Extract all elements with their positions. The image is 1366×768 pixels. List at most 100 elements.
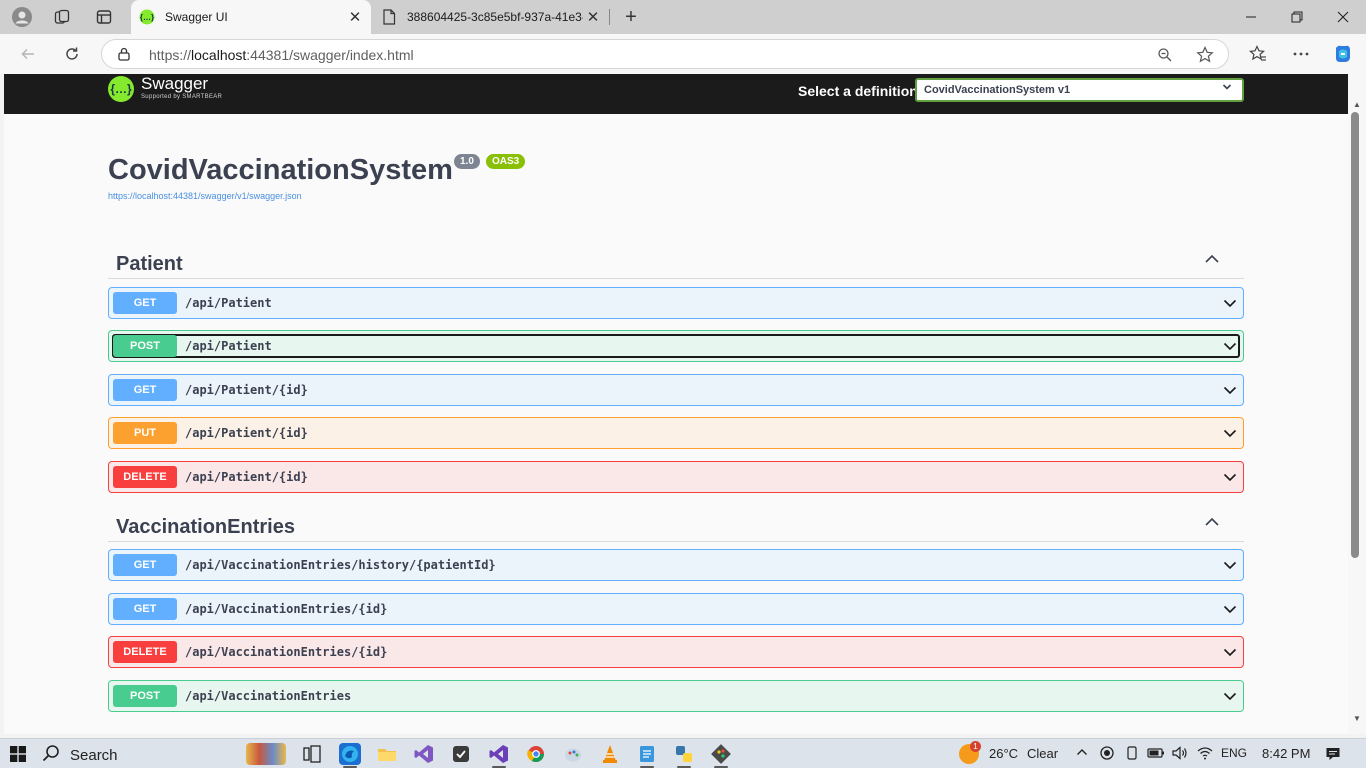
windows-taskbar: Search 1 26°C Clear ENG 8:42 PM [0,738,1366,768]
operation-path: /api/Patient [185,339,272,353]
tag-patient[interactable]: Patient [108,243,1244,279]
battery-icon[interactable] [1147,746,1165,763]
visual-studio-icon[interactable] [488,743,510,765]
address-bar[interactable]: https://localhost:44381/swagger/index.ht… [101,39,1229,69]
windows-start-icon[interactable] [10,746,26,762]
version-badge: 1.0 [454,154,480,169]
chevron-down-icon[interactable] [1223,339,1237,353]
todo-app-icon[interactable] [450,743,472,765]
paint-app-icon[interactable] [562,743,584,765]
operation-delete-vaccination-entry[interactable]: DELETE /api/VaccinationEntries/{id} [108,636,1244,668]
method-badge: GET [113,292,177,314]
python-icon[interactable] [673,743,695,765]
notepad-icon[interactable] [636,743,658,765]
search-highlight-icon[interactable] [246,743,286,765]
chevron-down-icon[interactable] [1223,296,1237,310]
chevron-down-icon[interactable] [1223,602,1237,616]
tab-github-asset[interactable]: 388604425-3c85e5bf-937a-41e3- ✕ [373,0,609,34]
method-badge: DELETE [113,641,177,663]
operation-post-patient[interactable]: POST /api/Patient [108,330,1244,362]
focus-outline [112,334,1240,358]
swagger-logo-subtext: Supported by SMARTBEAR [141,94,223,100]
close-tab-icon[interactable]: ✕ [583,8,603,26]
close-tab-icon[interactable]: ✕ [345,8,365,26]
chevron-down-icon[interactable] [1223,558,1237,572]
task-view-icon[interactable] [301,743,323,765]
page-scrollbar[interactable]: ▲ ▼ [1348,74,1366,734]
profile-icon[interactable] [9,5,35,29]
scroll-down-icon[interactable]: ▼ [1353,714,1361,723]
vertical-tabs-icon[interactable] [91,5,117,29]
method-badge: POST [113,685,177,707]
volume-icon[interactable] [1172,746,1188,763]
chevron-up-icon[interactable] [1204,514,1220,530]
chevron-down-icon[interactable] [1223,383,1237,397]
spec-json-link[interactable]: https://localhost:44381/swagger/v1/swagg… [108,191,302,201]
swagger-logo[interactable]: {…} Swagger Supported by SMARTBEAR [108,75,222,107]
zoom-icon[interactable] [1155,45,1175,65]
operation-get-vaccination-history[interactable]: GET /api/VaccinationEntries/history/{pat… [108,549,1244,581]
operation-path: /api/Patient/{id} [185,426,308,440]
document-icon [381,9,397,25]
svg-text:{…}: {…} [140,13,154,22]
clock-time[interactable]: 8:42 PM [1262,746,1310,761]
wifi-icon[interactable] [1197,746,1213,763]
vlc-icon[interactable] [599,743,621,765]
weather-temperature[interactable]: 26°C [989,746,1018,761]
chevron-down-icon[interactable] [1223,470,1237,484]
git-app-icon[interactable] [710,743,732,765]
tag-title: Patient [116,253,183,275]
operation-get-patient-by-id[interactable]: GET /api/Patient/{id} [108,374,1244,406]
file-explorer-icon[interactable] [376,743,398,765]
notifications-icon[interactable] [1325,746,1341,765]
scrollbar-thumb[interactable] [1351,112,1359,558]
weather-notification-badge: 1 [970,741,981,752]
refresh-icon[interactable] [58,40,86,68]
chevron-up-icon[interactable] [1204,251,1220,267]
definition-select[interactable]: CovidVaccinationSystem v1 [915,78,1244,102]
tag-vaccination-entries[interactable]: VaccinationEntries [108,506,1244,542]
new-tab-icon[interactable]: + [619,5,643,29]
operation-put-patient[interactable]: PUT /api/Patient/{id} [108,417,1244,449]
show-hidden-icons-chevron-icon[interactable] [1076,746,1088,761]
close-window-icon[interactable] [1320,0,1366,34]
more-options-icon[interactable] [1287,40,1315,68]
tag-title: VaccinationEntries [116,516,295,538]
operation-get-vaccination-entry[interactable]: GET /api/VaccinationEntries/{id} [108,593,1244,625]
operation-path: /api/VaccinationEntries/{id} [185,602,388,616]
edge-app-icon[interactable] [339,743,361,765]
back-arrow-icon[interactable] [14,40,42,68]
method-badge: DELETE [113,466,177,488]
definition-selected-value: CovidVaccinationSystem v1 [924,84,1071,96]
record-icon[interactable] [1100,746,1114,763]
chevron-down-icon[interactable] [1223,426,1237,440]
operation-path: /api/VaccinationEntries/history/{patient… [185,558,496,572]
visual-studio-icon[interactable] [413,743,435,765]
oas-badge: OAS3 [486,154,526,169]
weather-description[interactable]: Clear [1027,746,1058,761]
minimize-icon[interactable] [1228,0,1274,34]
input-language[interactable]: ENG [1221,746,1247,760]
chevron-down-icon[interactable] [1223,689,1237,703]
favorites-icon[interactable] [1244,40,1272,68]
favorite-star-icon[interactable] [1195,45,1215,65]
lock-icon[interactable] [118,47,130,66]
operation-post-vaccination-entries[interactable]: POST /api/VaccinationEntries [108,680,1244,712]
restore-icon[interactable] [1274,0,1320,34]
chevron-down-icon [1222,82,1232,95]
copilot-icon[interactable] [1329,40,1357,68]
tab-swagger-ui[interactable]: {…} Swagger UI ✕ [131,0,371,34]
operation-path: /api/Patient [185,296,272,310]
taskbar-search[interactable]: Search [42,744,242,766]
chevron-down-icon[interactable] [1223,645,1237,659]
chrome-icon[interactable] [525,743,547,765]
swagger-logo-icon: {…} [108,76,134,102]
workspaces-icon[interactable] [49,5,75,29]
method-badge: GET [113,554,177,576]
phone-link-icon[interactable] [1125,746,1139,763]
operation-get-patient[interactable]: GET /api/Patient [108,287,1244,319]
scroll-up-icon[interactable]: ▲ [1353,100,1361,109]
tab-title: Swagger UI [165,10,228,24]
operation-path: /api/Patient/{id} [185,470,308,484]
operation-delete-patient[interactable]: DELETE /api/Patient/{id} [108,461,1244,493]
